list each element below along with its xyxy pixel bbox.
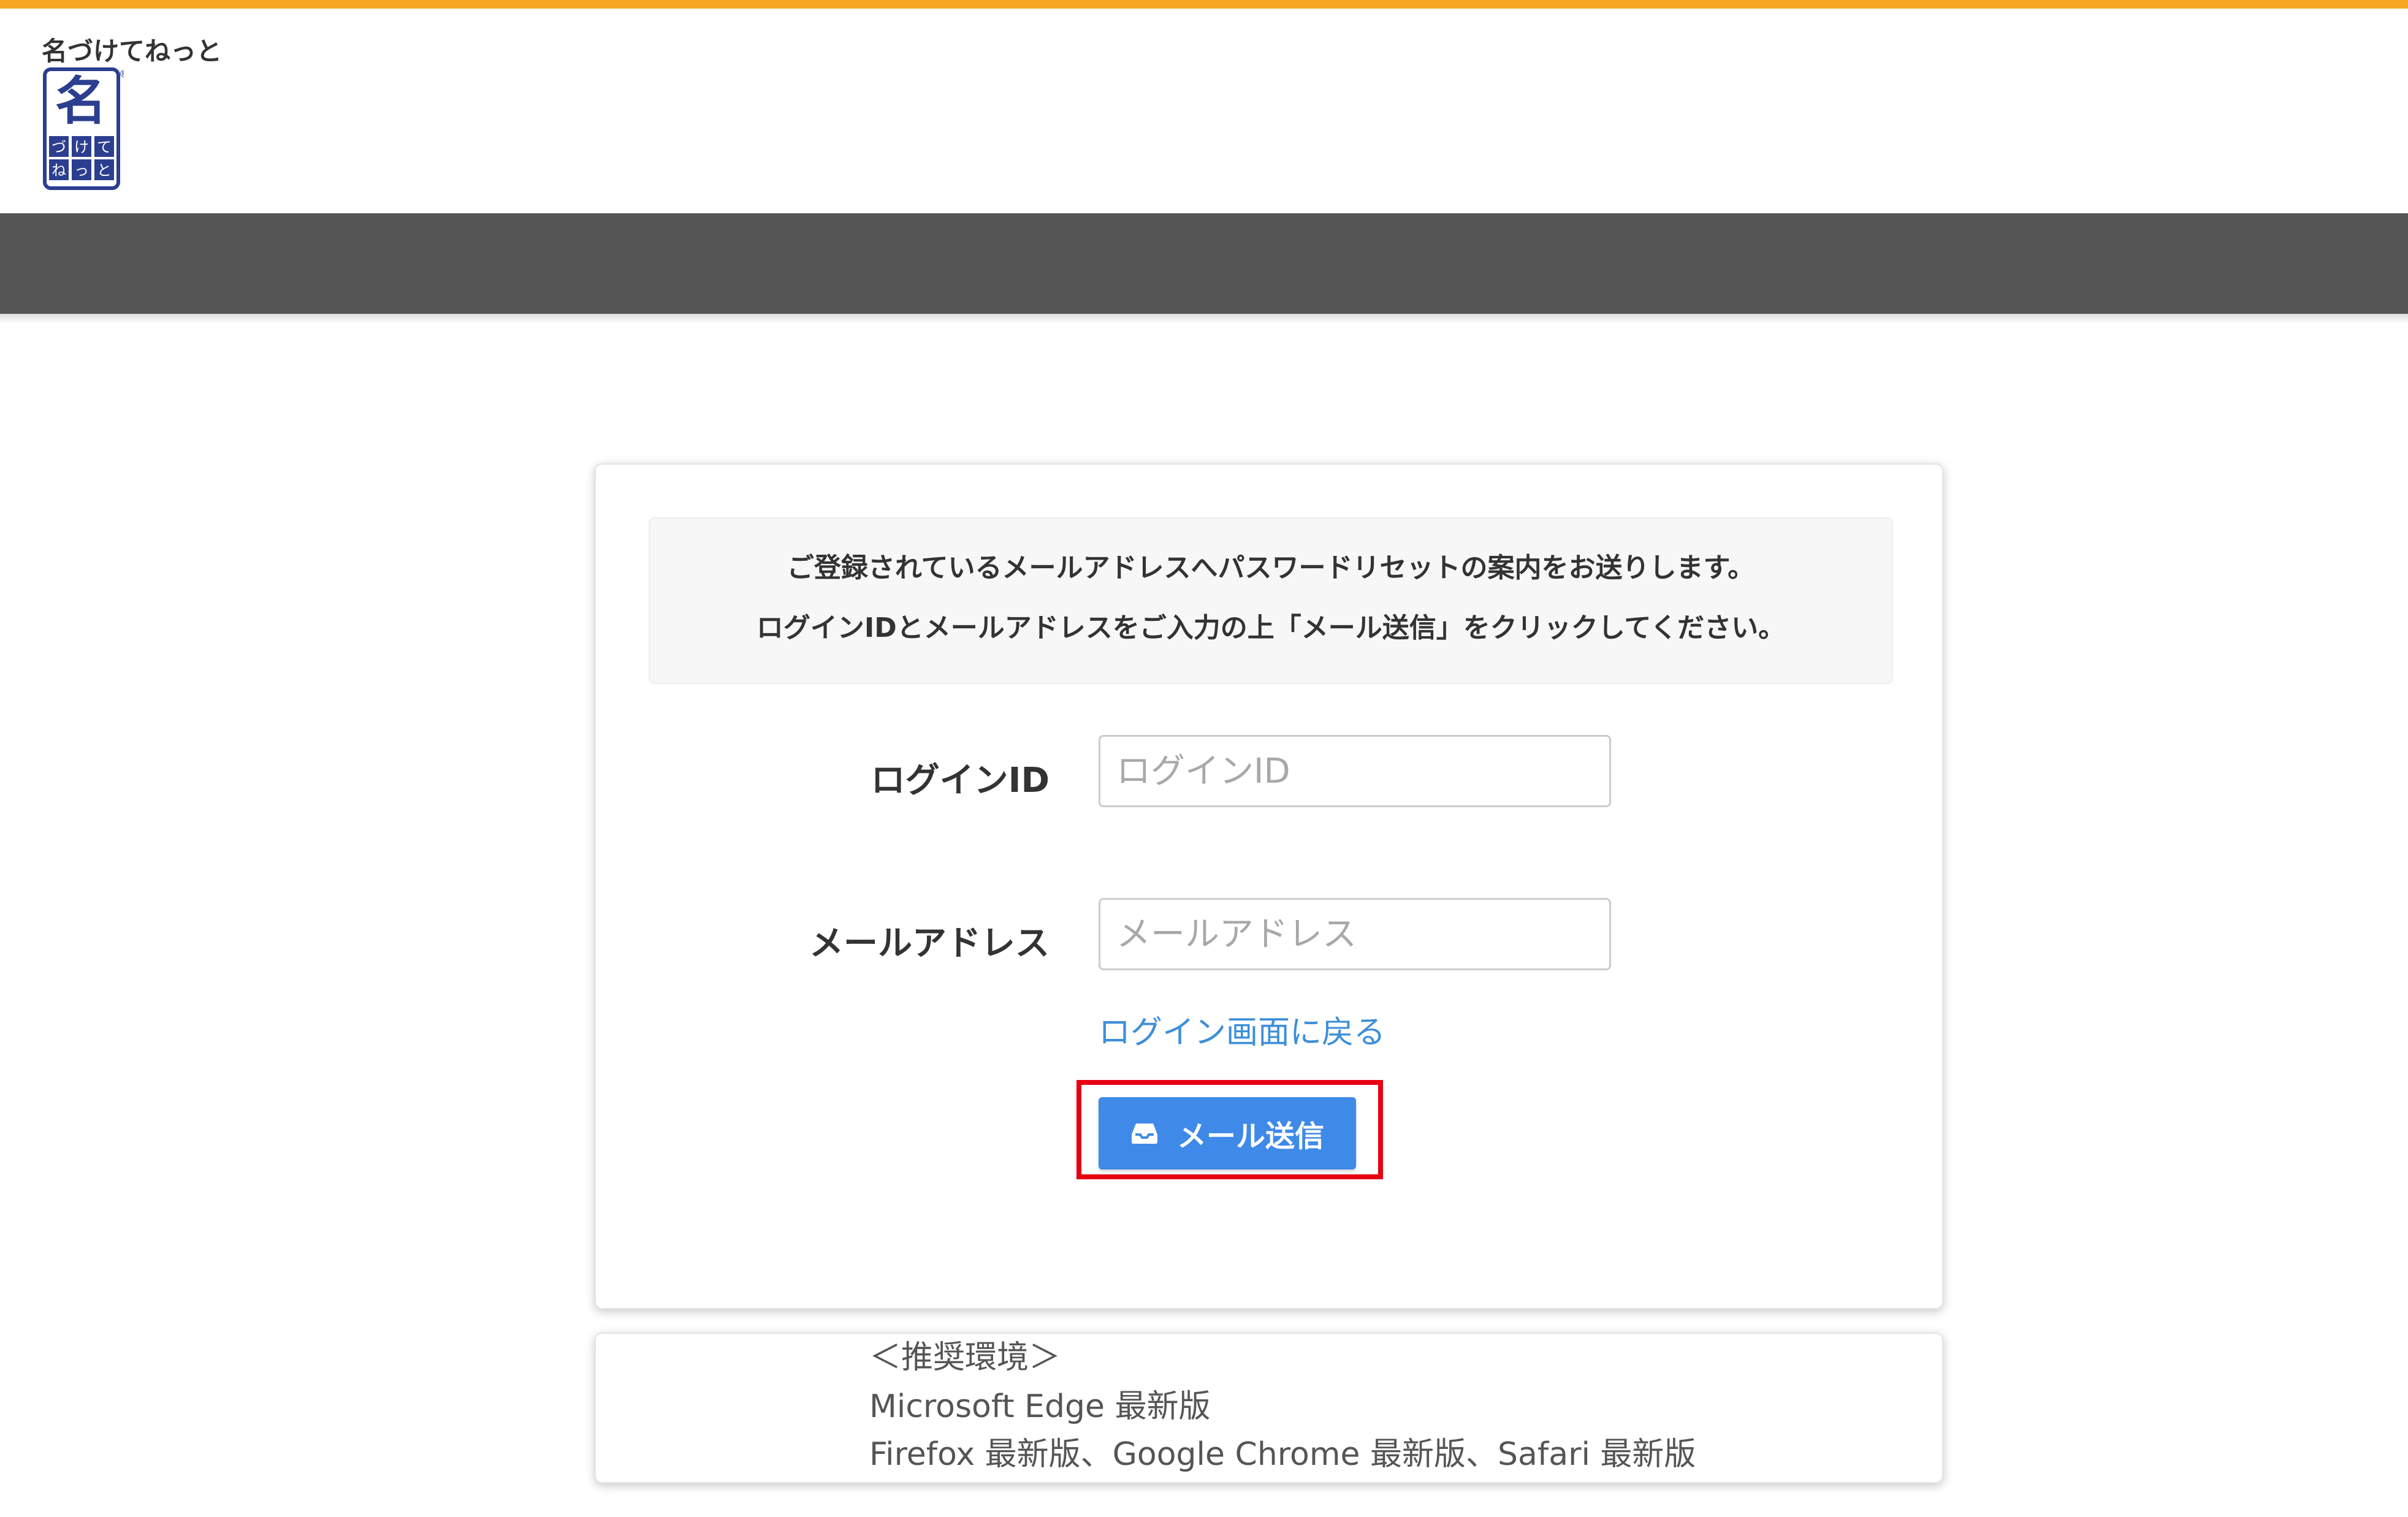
back-to-login-link[interactable]: ログイン画面に戻る — [1099, 1006, 1385, 1052]
site-logo[interactable]: 名 づ け て ね っ と ® — [43, 67, 129, 194]
nav-bar — [0, 213, 2408, 314]
email-label: メールアドレス — [809, 924, 1050, 964]
svg-text:っ: っ — [74, 162, 89, 179]
send-mail-button[interactable]: メール送信 — [1099, 1097, 1356, 1169]
svg-text:ね: ね — [51, 162, 66, 179]
svg-text:け: け — [74, 139, 89, 156]
environment-line-2: Firefox 最新版、Google Chrome 最新版、Safari 最新版 — [869, 1436, 1696, 1473]
notice-line-1: ご登録されているメールアドレスへパスワードリセットの案内をお送りします。 — [787, 552, 1755, 584]
instruction-notice: ご登録されているメールアドレスへパスワードリセットの案内をお送りします。 ログイ… — [649, 517, 1893, 684]
nav-shadow — [0, 314, 2408, 324]
login-id-label: ログインID — [871, 761, 1050, 800]
top-accent-strip — [0, 0, 2408, 9]
logo-graphic: 名 づ け て ね っ と ® — [43, 67, 129, 190]
svg-text:®: ® — [119, 68, 124, 80]
password-reset-card: ご登録されているメールアドレスへパスワードリセットの案内をお送りします。 ログイ… — [595, 463, 1943, 1309]
environment-line-1: Microsoft Edge 最新版 — [869, 1388, 1211, 1425]
notice-line-2: ログインIDとメールアドレスをご入力の上「メール送信」をクリックしてください。 — [756, 612, 1786, 644]
svg-text:と: と — [97, 162, 112, 179]
recommended-environment: ＜推奨環境＞ Microsoft Edge 最新版 Firefox 最新版、Go… — [595, 1333, 1943, 1483]
inbox-icon — [1130, 1121, 1159, 1146]
svg-text:づ: づ — [51, 139, 66, 156]
brand-name: 名づけてねっと — [42, 36, 223, 66]
login-id-input[interactable] — [1099, 735, 1611, 807]
send-mail-button-label: メール送信 — [1176, 1119, 1324, 1154]
logo-main-char: 名 — [55, 71, 107, 131]
email-input[interactable] — [1099, 898, 1611, 970]
environment-title: ＜推奨環境＞ — [869, 1339, 1061, 1376]
svg-text:て: て — [97, 139, 112, 156]
site-header: 名づけてねっと 名 づ け て ね っ と ® — [0, 9, 2408, 213]
